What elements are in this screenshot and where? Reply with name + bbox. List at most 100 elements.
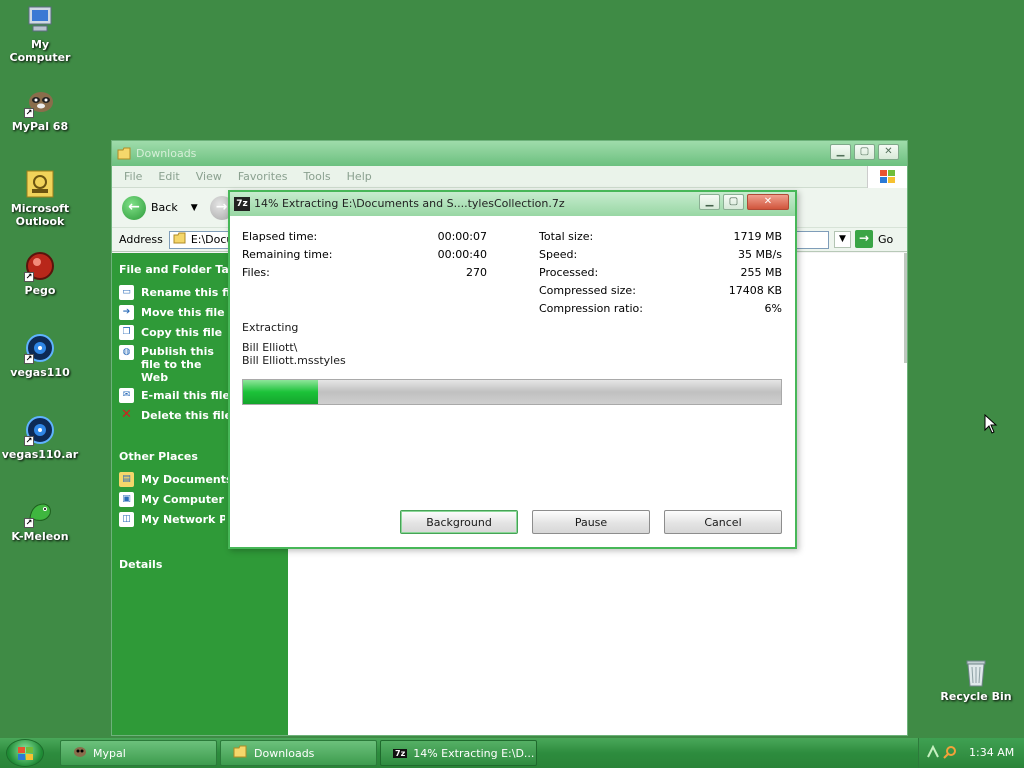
dialog-title: 14% Extracting E:\Documents and S....tyl… bbox=[254, 197, 565, 210]
kmeleon-icon: ↗ bbox=[24, 496, 56, 528]
desktop-icon-pego[interactable]: ↗ Pego bbox=[0, 250, 80, 297]
mouse-cursor-icon bbox=[984, 413, 998, 437]
files-value: 270 bbox=[466, 266, 487, 279]
speed-label: Speed: bbox=[539, 248, 578, 261]
go-button[interactable]: → Go bbox=[855, 230, 893, 248]
taskbar-item-extracting[interactable]: 7z 14% Extracting E:\D... bbox=[380, 740, 537, 766]
network-tray-icon[interactable] bbox=[926, 744, 940, 762]
vegas-icon: ↗ bbox=[24, 332, 56, 364]
go-arrow-icon: → bbox=[855, 230, 873, 248]
menu-edit[interactable]: Edit bbox=[150, 170, 187, 183]
close-button[interactable]: ✕ bbox=[747, 194, 789, 210]
desktop-icon-label: MyPal 68 bbox=[11, 120, 69, 133]
publish-icon: ◍ bbox=[119, 345, 134, 360]
search-icon[interactable] bbox=[943, 745, 957, 762]
windows-logo-icon bbox=[18, 747, 33, 760]
status-text: Extracting bbox=[242, 321, 299, 334]
computer-icon: ▣ bbox=[119, 492, 134, 507]
taskbar-item-downloads[interactable]: Downloads bbox=[220, 740, 377, 766]
menu-favorites[interactable]: Favorites bbox=[230, 170, 296, 183]
desktop-icon-kmeleon[interactable]: ↗ K-Meleon bbox=[0, 496, 80, 543]
place-label: My Computer bbox=[141, 493, 224, 506]
explorer-menubar: File Edit View Favorites Tools Help bbox=[112, 166, 907, 188]
desktop-icon-vegas110[interactable]: ↗ vegas110 bbox=[0, 332, 80, 379]
extract-progress-bar bbox=[242, 379, 782, 405]
desktop-icon-mypal[interactable]: ↗ MyPal 68 bbox=[0, 86, 80, 133]
cancel-button[interactable]: Cancel bbox=[664, 510, 782, 534]
desktop-icon-outlook[interactable]: Microsoft Outlook bbox=[0, 168, 80, 228]
network-icon: ◫ bbox=[119, 512, 134, 527]
taskbar-item-mypal[interactable]: Mypal bbox=[60, 740, 217, 766]
menu-tools[interactable]: Tools bbox=[296, 170, 339, 183]
rename-icon: ▭ bbox=[119, 285, 134, 300]
back-button[interactable]: ← Back ▼ bbox=[122, 195, 198, 220]
clock[interactable]: 1:34 AM bbox=[969, 746, 1014, 759]
email-icon: ✉ bbox=[119, 388, 134, 403]
pause-button[interactable]: Pause bbox=[532, 510, 650, 534]
address-label: Address bbox=[119, 233, 163, 246]
total-size-value: 1719 MB bbox=[733, 230, 782, 243]
details-heading[interactable]: Details bbox=[119, 558, 288, 571]
total-size-label: Total size: bbox=[539, 230, 594, 243]
task-label: Publish this file to the Web bbox=[141, 345, 214, 384]
desktop-icon-label: vegas110 bbox=[10, 366, 70, 379]
speed-value: 35 MB/s bbox=[738, 248, 782, 261]
compression-ratio-value: 6% bbox=[764, 302, 782, 315]
close-button[interactable]: ✕ bbox=[878, 144, 899, 160]
menu-view[interactable]: View bbox=[188, 170, 230, 183]
folder-icon bbox=[117, 147, 132, 163]
desktop-icon-label: Recycle Bin bbox=[940, 690, 1012, 703]
place-my-network[interactable]: ◫ My Network Places bbox=[119, 512, 225, 528]
go-label: Go bbox=[878, 232, 894, 246]
taskbar-item-label: Mypal bbox=[93, 746, 126, 760]
explorer-title: Downloads bbox=[136, 147, 197, 160]
task-label: E-mail this file bbox=[141, 389, 230, 402]
taskbar-item-label: 14% Extracting E:\D... bbox=[413, 746, 535, 760]
task-label: Rename this file bbox=[141, 286, 242, 299]
background-button[interactable]: Background bbox=[400, 510, 518, 534]
maximize-button[interactable]: ▢ bbox=[723, 194, 744, 210]
desktop-icon-recycle-bin[interactable]: Recycle Bin bbox=[936, 656, 1016, 703]
task-label: Delete this file bbox=[141, 409, 232, 422]
compression-ratio-label: Compression ratio: bbox=[539, 302, 643, 315]
elapsed-time-label: Elapsed time: bbox=[242, 230, 318, 243]
delete-icon: ✕ bbox=[121, 407, 132, 422]
vegas-icon: ↗ bbox=[24, 414, 56, 446]
back-arrow-icon: ← bbox=[122, 195, 146, 220]
task-publish[interactable]: ◍ Publish this file to the Web bbox=[119, 345, 225, 384]
start-button[interactable] bbox=[6, 739, 44, 767]
desktop-icon-label: Microsoft Outlook bbox=[10, 202, 70, 228]
documents-icon: ▤ bbox=[119, 472, 134, 487]
compressed-size-label: Compressed size: bbox=[539, 284, 636, 297]
desktop-icon-label: Pego bbox=[24, 284, 56, 297]
explorer-titlebar[interactable]: Downloads ▁ ▢ ✕ bbox=[112, 141, 907, 166]
computer-icon bbox=[24, 4, 56, 36]
address-dropdown-button[interactable]: ▼ bbox=[834, 231, 851, 248]
outlook-icon bbox=[24, 168, 56, 200]
task-label: Copy this file bbox=[141, 326, 223, 339]
elapsed-time-value: 00:00:07 bbox=[437, 230, 487, 243]
maximize-button[interactable]: ▢ bbox=[854, 144, 875, 160]
minimize-button[interactable]: ▁ bbox=[699, 194, 720, 210]
scrollbar[interactable] bbox=[904, 253, 907, 363]
chevron-down-icon[interactable]: ▼ bbox=[191, 203, 198, 213]
desktop-icon-vegas110-ar[interactable]: ↗ vegas110.ar bbox=[0, 414, 80, 461]
minimize-button[interactable]: ▁ bbox=[830, 144, 851, 160]
desktop-icon-label: My Computer bbox=[9, 38, 71, 64]
files-label: Files: bbox=[242, 266, 270, 279]
desktop-icon-label: K-Meleon bbox=[11, 530, 69, 543]
menu-help[interactable]: Help bbox=[339, 170, 380, 183]
taskbar: Mypal Downloads 7z 14% Extracting E:\D..… bbox=[0, 738, 1024, 768]
remaining-time-value: 00:00:40 bbox=[437, 248, 487, 261]
progress-fill bbox=[243, 380, 319, 404]
folder-icon bbox=[173, 232, 187, 247]
place-label: My Documents bbox=[141, 473, 233, 486]
mypal-icon bbox=[73, 745, 87, 762]
folder-icon bbox=[233, 745, 248, 761]
taskbar-item-label: Downloads bbox=[254, 746, 315, 760]
menu-file[interactable]: File bbox=[116, 170, 150, 183]
desktop-icon-my-computer[interactable]: My Computer bbox=[0, 4, 80, 64]
desktop-icon-label: vegas110.ar bbox=[1, 448, 79, 461]
dialog-titlebar[interactable]: 7z 14% Extracting E:\Documents and S....… bbox=[230, 192, 795, 216]
current-file: Bill Elliott.msstyles bbox=[242, 354, 346, 367]
